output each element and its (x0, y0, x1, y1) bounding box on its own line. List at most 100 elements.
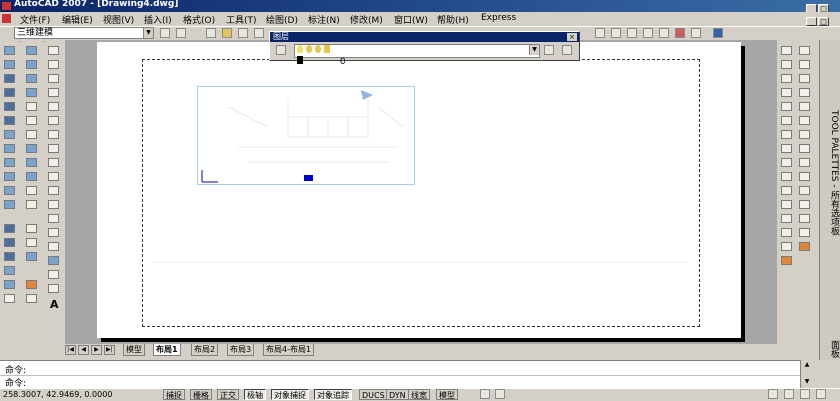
grid-toggle[interactable]: 栅格 (190, 389, 212, 400)
layout-viewport[interactable] (197, 86, 415, 185)
ucs-y-icon[interactable] (26, 186, 37, 195)
save-workspace-icon[interactable] (176, 28, 186, 38)
menu-draw[interactable]: 绘图(D) (266, 13, 298, 26)
workspace-settings-icon[interactable] (160, 28, 170, 38)
ellipse-icon[interactable] (48, 172, 59, 181)
stretch-icon[interactable] (781, 158, 792, 167)
3d-align-icon[interactable] (4, 294, 15, 303)
visual-style-3d-icon[interactable] (26, 238, 37, 247)
ucs-view-icon[interactable] (26, 116, 37, 125)
new-icon[interactable] (206, 28, 216, 38)
ucs-face-icon[interactable] (26, 88, 37, 97)
visual-style-hidden-icon[interactable] (26, 252, 37, 261)
intersect-icon[interactable] (4, 252, 15, 261)
menu-file[interactable]: 文件(F) (20, 13, 50, 26)
pyramid-icon[interactable] (4, 130, 15, 139)
wedge-icon[interactable] (4, 60, 15, 69)
dim-angular-icon[interactable] (799, 130, 810, 139)
next-tab-button[interactable]: ▶ (91, 345, 102, 355)
menu-view[interactable]: 视图(V) (103, 13, 134, 26)
command-window[interactable]: 命令: 命令: (0, 360, 800, 389)
dyn-toggle[interactable]: DYN (386, 389, 409, 400)
menu-tools[interactable]: 工具(T) (226, 13, 257, 26)
menu-help[interactable]: 帮助(H) (437, 13, 469, 26)
scroll-up-icon[interactable]: ▲ (802, 361, 812, 369)
command-scrollbar[interactable]: ▲ ▼ (800, 360, 814, 388)
coordinate-readout[interactable]: 258.3007, 42.9469, 0.0000 (3, 390, 112, 399)
sphere-icon[interactable] (4, 88, 15, 97)
3d-move-icon[interactable] (4, 266, 15, 275)
render-icon[interactable] (26, 280, 37, 289)
osnap-toggle[interactable]: 对象捕捉 (271, 389, 309, 400)
dim-linear-icon[interactable] (799, 46, 810, 55)
polygon-icon[interactable] (48, 88, 59, 97)
chevron-down-icon[interactable]: ▼ (143, 28, 153, 38)
ducs-toggle[interactable]: DUCS (359, 389, 388, 400)
clean-screen-icon[interactable] (816, 389, 826, 399)
hatch-icon[interactable] (48, 242, 59, 251)
first-tab-button[interactable]: |◀ (65, 345, 76, 355)
prev-tab-button[interactable]: ◀ (78, 345, 89, 355)
communication-center-icon[interactable] (768, 389, 778, 399)
dim-diameter-icon[interactable] (799, 116, 810, 125)
last-tab-button[interactable]: ▶| (104, 345, 115, 355)
center-mark-icon[interactable] (799, 214, 810, 223)
menu-dimension[interactable]: 标注(N) (308, 13, 340, 26)
tab-layout1[interactable]: 布局1 (153, 344, 181, 356)
point-icon[interactable] (48, 228, 59, 237)
scroll-down-icon[interactable]: ▼ (802, 378, 812, 386)
layer-previous-icon[interactable] (562, 45, 572, 55)
erase-icon[interactable] (781, 46, 792, 55)
gradient-icon[interactable] (48, 256, 59, 265)
subtract-icon[interactable] (4, 238, 15, 247)
ucs-world-icon[interactable] (26, 60, 37, 69)
calculator-icon[interactable] (675, 28, 685, 38)
document-icon[interactable] (2, 14, 11, 23)
planar-surface-icon[interactable] (4, 144, 15, 153)
menu-modify[interactable]: 修改(M) (350, 13, 383, 26)
polar-toggle[interactable]: 极轴 (244, 389, 266, 400)
break-icon[interactable] (781, 200, 792, 209)
autocad-app-icon[interactable] (2, 2, 11, 10)
quick-dim-icon[interactable] (799, 144, 810, 153)
torus-icon[interactable] (4, 116, 15, 125)
tolerance-icon[interactable] (799, 200, 810, 209)
design-center-icon[interactable] (611, 28, 621, 38)
mirror-icon[interactable] (781, 74, 792, 83)
ucs-z-icon[interactable] (26, 200, 37, 209)
materials-icon[interactable] (26, 294, 37, 303)
ucs-previous-icon[interactable] (26, 74, 37, 83)
ucs-object-icon[interactable] (26, 102, 37, 111)
markup-icon[interactable] (659, 28, 669, 38)
dim-edit-icon[interactable] (799, 228, 810, 237)
plot-icon[interactable] (254, 28, 264, 38)
chevron-down-icon[interactable]: ▼ (529, 45, 539, 55)
rectangle-icon[interactable] (48, 102, 59, 111)
union-icon[interactable] (4, 224, 15, 233)
dim-update-icon[interactable] (799, 242, 810, 251)
ucs-x-icon[interactable] (26, 172, 37, 181)
trace-icon[interactable] (495, 389, 505, 399)
quick-leader-icon[interactable] (799, 186, 810, 195)
properties-icon[interactable] (595, 28, 605, 38)
spline-icon[interactable] (48, 158, 59, 167)
otrack-toggle[interactable]: 对象追踪 (314, 389, 352, 400)
join-icon[interactable] (781, 214, 792, 223)
make-object-layer-current-icon[interactable] (544, 45, 554, 55)
drawing-canvas[interactable] (65, 40, 777, 344)
sweep-icon[interactable] (4, 186, 15, 195)
menu-window[interactable]: 窗口(W) (394, 13, 428, 26)
model-paper-toggle[interactable]: 模型 (436, 389, 458, 400)
make-block-icon[interactable] (48, 214, 59, 223)
cone-icon[interactable] (4, 74, 15, 83)
explode-icon[interactable] (781, 256, 792, 265)
selection-grip-icon[interactable] (304, 175, 313, 181)
scale-icon[interactable] (781, 144, 792, 153)
trim-icon[interactable] (781, 172, 792, 181)
ortho-toggle[interactable]: 正交 (217, 389, 239, 400)
3d-rotate-icon[interactable] (4, 280, 15, 289)
doc-minimize-button[interactable]: _ (806, 17, 817, 26)
tab-layout4-layout1[interactable]: 布局4-布局1 (263, 344, 315, 356)
construction-line-icon[interactable] (48, 60, 59, 69)
doc-restore-button[interactable]: □ (818, 17, 829, 26)
